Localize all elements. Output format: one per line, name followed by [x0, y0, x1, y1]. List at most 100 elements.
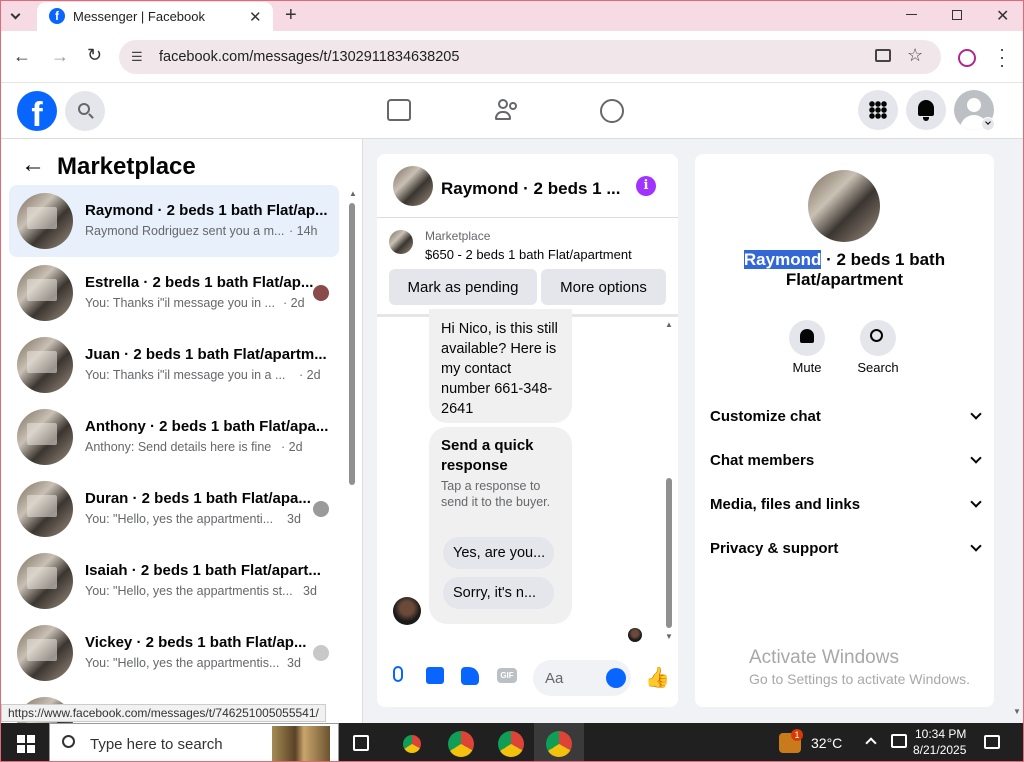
seen-avatar	[313, 645, 329, 661]
chrome-taskbar-active[interactable]	[534, 723, 584, 761]
mute-button[interactable]	[789, 320, 825, 356]
windows-taskbar: Type here to search 1 32°C 10:34 PM 8/21…	[1, 723, 1023, 761]
back-icon[interactable]: ←	[13, 46, 31, 67]
list-scrollbar[interactable]: ▲	[346, 189, 358, 719]
conversation-name: Raymond · 2 beds 1 bath Flat/ap...	[85, 202, 328, 219]
avatar	[17, 265, 73, 321]
taskbar-search-placeholder: Type here to search	[90, 736, 223, 753]
quick-response-2-button[interactable]: Sorry, it's n...	[443, 577, 554, 609]
menu-icon[interactable]: · · ·	[999, 40, 1005, 74]
taskbar-search-box[interactable]: Type here to search	[49, 723, 339, 761]
conversation-time: · 2d	[283, 296, 305, 310]
emoji-icon[interactable]	[606, 668, 626, 688]
bookmark-star-icon[interactable]: ☆	[907, 45, 923, 66]
privacy-support-section[interactable]: Privacy & support	[710, 540, 982, 557]
seen-avatar	[313, 285, 329, 301]
quick-response-card: Send a quick response Tap a response to …	[429, 427, 572, 624]
chat-scrollbar[interactable]: ▲ ▼	[664, 320, 674, 644]
restore-button[interactable]	[952, 10, 962, 20]
media-files-links-section[interactable]: Media, files and links	[710, 496, 982, 513]
conversation-item[interactable]: Juan · 2 beds 1 bath Flat/apartm... You:…	[9, 329, 339, 401]
conversation-name: Estrella · 2 beds 1 bath Flat/ap...	[85, 274, 314, 291]
network-icon[interactable]	[891, 734, 907, 748]
like-thumb-icon[interactable]: 👍	[645, 665, 670, 690]
browser-tab[interactable]: f Messenger | Facebook ✕	[37, 2, 273, 31]
message-input[interactable]: Aa	[533, 660, 631, 696]
close-window-button[interactable]: ✕	[996, 6, 1009, 26]
page-scrollbar[interactable]: ▼	[1011, 701, 1023, 721]
close-tab-icon[interactable]: ✕	[249, 8, 262, 26]
windows-start-icon[interactable]	[17, 735, 35, 753]
search-highlight-image	[272, 726, 330, 761]
forward-icon[interactable]: →	[51, 46, 69, 67]
info-avatar[interactable]	[808, 170, 880, 242]
search-button[interactable]	[860, 320, 896, 356]
quick-response-1-button[interactable]: Yes, are you...	[443, 537, 554, 569]
bell-icon	[800, 329, 814, 343]
account-chevron-icon[interactable]	[981, 117, 995, 131]
friends-icon[interactable]	[495, 99, 519, 121]
address-bar[interactable]: ☰ facebook.com/messages/t/13029118346382…	[119, 40, 941, 74]
conversation-preview: You: "Hello, yes the appartmenti...	[85, 512, 274, 526]
facebook-logo-icon[interactable]: f	[17, 91, 57, 131]
profile-icon[interactable]	[958, 49, 976, 67]
conversation-item[interactable]: Raymond · 2 beds 1 bath Flat/ap... Raymo…	[9, 185, 339, 257]
mark-as-pending-button[interactable]: Mark as pending	[389, 269, 537, 305]
info-name-line2: Flat/apartment	[785, 270, 904, 289]
chevron-down-icon	[970, 496, 982, 508]
minimize-button[interactable]	[906, 14, 917, 15]
conversation-item[interactable]: Isaiah · 2 beds 1 bath Flat/apart... You…	[9, 545, 339, 617]
avatar	[17, 337, 73, 393]
section-label: Customize chat	[710, 408, 821, 425]
listing-thumbnail[interactable]	[389, 230, 413, 254]
home-icon[interactable]	[387, 99, 411, 121]
microphone-icon[interactable]	[393, 666, 403, 682]
conversation-time: 3d	[287, 656, 301, 670]
customize-chat-section[interactable]: Customize chat	[710, 408, 982, 425]
groups-icon[interactable]	[600, 99, 624, 123]
conversation-preview: You: "Hello, yes the appartmentis...	[85, 656, 280, 670]
install-app-icon[interactable]	[875, 49, 891, 62]
back-arrow-icon[interactable]: ←	[21, 151, 45, 179]
temperature[interactable]: 32°C	[811, 735, 842, 751]
avatar	[17, 553, 73, 609]
listing-title[interactable]: $650 - 2 beds 1 bath Flat/apartment	[425, 247, 632, 262]
conversation-name: Isaiah · 2 beds 1 bath Flat/apart...	[85, 562, 321, 579]
chat-avatar[interactable]	[393, 166, 433, 206]
more-options-button[interactable]: More options	[541, 269, 666, 305]
conversation-item[interactable]: Estrella · 2 beds 1 bath Flat/ap... You:…	[9, 257, 339, 329]
search-icon[interactable]	[65, 91, 105, 131]
new-tab-button[interactable]: +	[285, 4, 297, 27]
weather-badge: 1	[791, 729, 803, 741]
site-info-icon[interactable]: ☰	[131, 49, 147, 65]
chat-title[interactable]: Raymond · 2 beds 1 ...	[441, 179, 621, 199]
seen-avatar	[313, 501, 329, 517]
link-status-url: https://www.facebook.com/messages/t/7462…	[1, 704, 326, 722]
gif-icon[interactable]: GIF	[497, 668, 517, 683]
tab-title: Messenger | Facebook	[73, 9, 205, 24]
reload-icon[interactable]: ↻	[87, 45, 102, 66]
conversation-item[interactable]: Vickey · 2 beds 1 bath Flat/ap... You: "…	[9, 617, 339, 689]
conversation-item[interactable]: Anthony · 2 beds 1 bath Flat/apa... Anth…	[9, 401, 339, 473]
clock-date[interactable]: 8/21/2025	[913, 743, 966, 757]
quick-response-subtitle: Tap a response to send it to the buyer.	[441, 479, 551, 509]
conversation-name: Juan · 2 beds 1 bath Flat/apartm...	[85, 346, 327, 363]
task-view-icon[interactable]	[353, 735, 369, 751]
chrome-taskbar-icon[interactable]	[448, 731, 474, 757]
notification-center-icon[interactable]	[984, 735, 1000, 749]
chat-members-section[interactable]: Chat members	[710, 452, 982, 469]
notifications-bell-icon[interactable]	[906, 90, 946, 130]
sticker-icon[interactable]	[461, 667, 479, 685]
tab-list-button[interactable]	[9, 8, 25, 24]
section-label: Media, files and links	[710, 496, 861, 513]
chrome-taskbar-icon[interactable]	[498, 731, 524, 757]
search-icon	[62, 735, 75, 748]
chrome-taskbar-icon[interactable]	[399, 731, 425, 757]
listing-source: Marketplace	[425, 229, 491, 243]
menu-grid-icon[interactable]	[858, 90, 898, 130]
conversation-item[interactable]: Duran · 2 beds 1 bath Flat/apa... You: "…	[9, 473, 339, 545]
tray-chevron-icon[interactable]	[865, 737, 877, 749]
clock-time[interactable]: 10:34 PM	[915, 727, 966, 741]
photo-icon[interactable]	[426, 667, 444, 684]
chat-info-icon[interactable]: i	[636, 176, 656, 196]
